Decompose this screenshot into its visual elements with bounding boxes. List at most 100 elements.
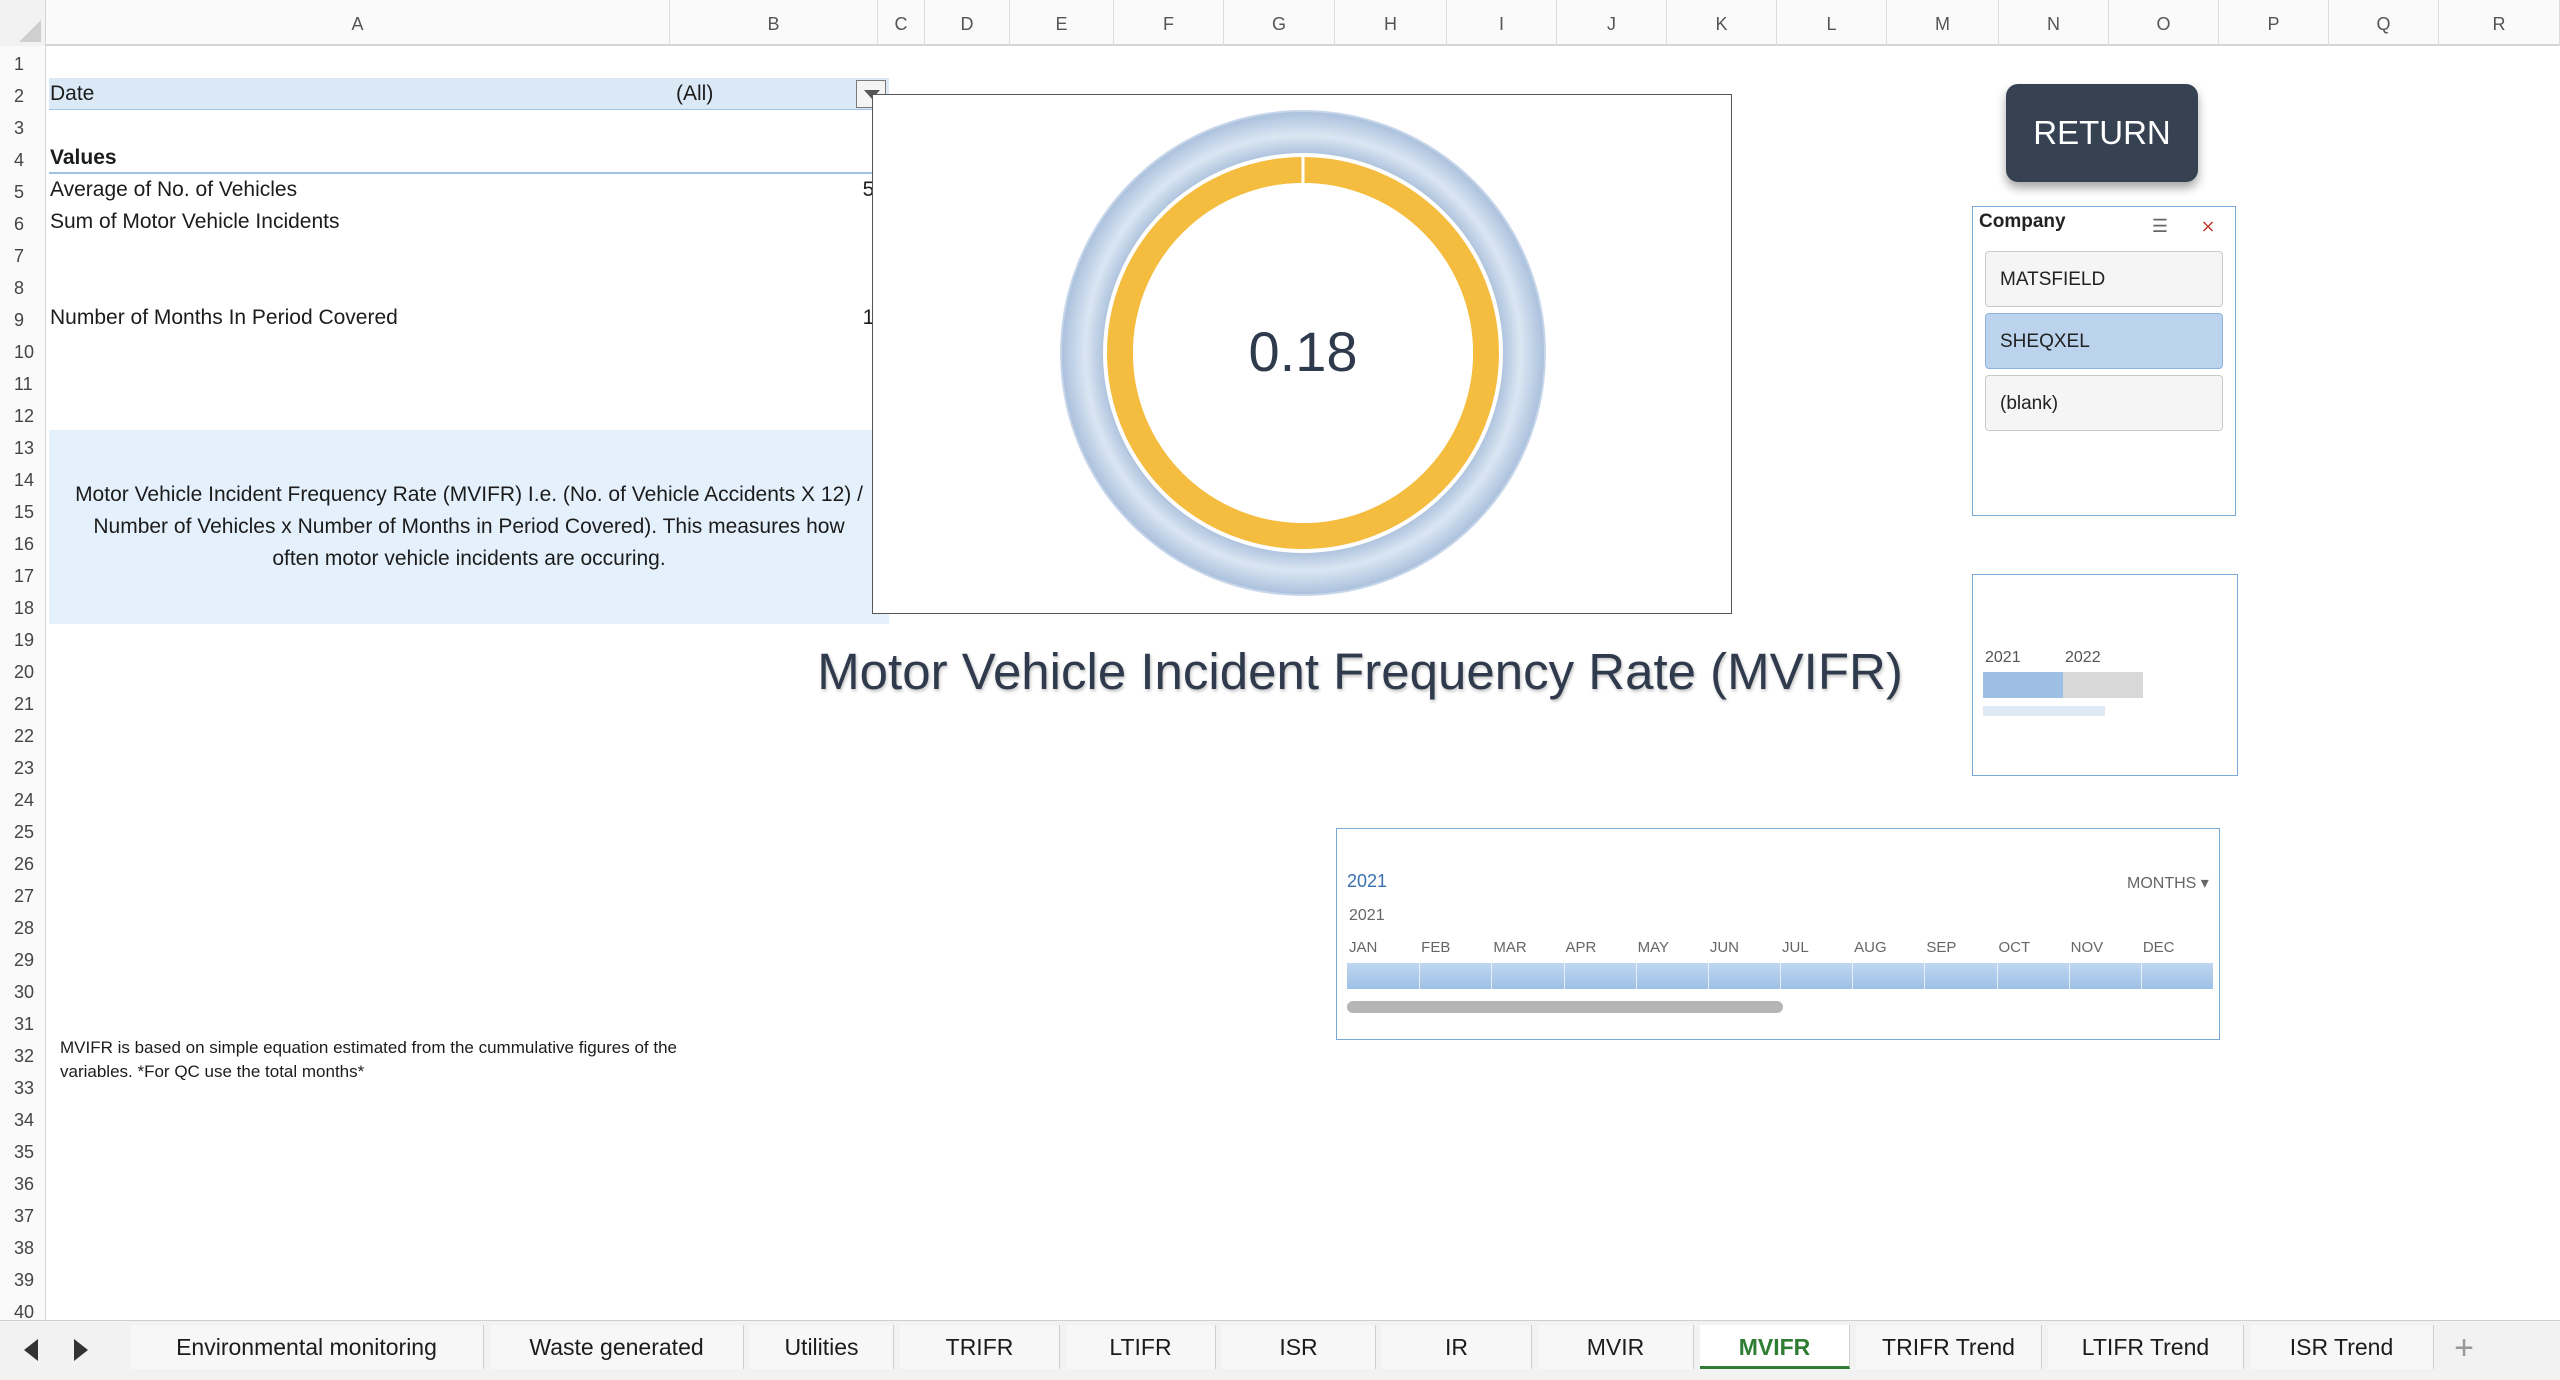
row-header-37[interactable]: 37 (0, 1200, 46, 1232)
row-header-17[interactable]: 17 (0, 560, 46, 592)
row-header-23[interactable]: 23 (0, 752, 46, 784)
row-header-30[interactable]: 30 (0, 976, 46, 1008)
column-header-c[interactable]: C (878, 0, 925, 46)
sheet-tab-trifr-trend[interactable]: TRIFR Trend (1856, 1325, 2042, 1369)
timeline-month-jun[interactable]: JUN (1710, 939, 1739, 956)
row-header-21[interactable]: 21 (0, 688, 46, 720)
row-header-9[interactable]: 9 (0, 304, 46, 336)
column-header-q[interactable]: Q (2329, 0, 2439, 46)
row-header-6[interactable]: 6 (0, 208, 46, 240)
date-filter-value[interactable]: (All) (676, 78, 713, 110)
row-header-16[interactable]: 16 (0, 528, 46, 560)
column-header-f[interactable]: F (1114, 0, 1224, 46)
column-header-l[interactable]: L (1777, 0, 1887, 46)
row-header-4[interactable]: 4 (0, 144, 46, 176)
year-bar-2021[interactable] (1983, 672, 2063, 698)
prev-sheet-icon[interactable] (24, 1339, 38, 1361)
timeline-month-sep[interactable]: SEP (1926, 939, 1956, 956)
row-header-32[interactable]: 32 (0, 1040, 46, 1072)
row-header-3[interactable]: 3 (0, 112, 46, 144)
row-header-33[interactable]: 33 (0, 1072, 46, 1104)
slicer-item-matsfield[interactable]: MATSFIELD (1985, 251, 2223, 307)
row-header-24[interactable]: 24 (0, 784, 46, 816)
sheet-tab-isr-trend[interactable]: ISR Trend (2250, 1325, 2434, 1369)
column-header-n[interactable]: N (1999, 0, 2109, 46)
timeline-month-may[interactable]: MAY (1638, 939, 1669, 956)
column-header-m[interactable]: M (1887, 0, 1999, 46)
row-header-26[interactable]: 26 (0, 848, 46, 880)
return-button[interactable]: RETURN (2006, 84, 2198, 182)
company-slicer[interactable]: Company ☰ ⨯ MATSFIELD SHEQXEL (blank) (1972, 206, 2236, 516)
row-header-31[interactable]: 31 (0, 1008, 46, 1040)
row-header-10[interactable]: 10 (0, 336, 46, 368)
column-header-k[interactable]: K (1667, 0, 1777, 46)
row-header-5[interactable]: 5 (0, 176, 46, 208)
sheet-tab-mvir[interactable]: MVIR (1538, 1325, 1694, 1369)
add-sheet-icon[interactable]: + (2444, 1329, 2484, 1369)
mvifr-chart[interactable]: 0.18 (872, 94, 1732, 614)
timeline-scrollbar[interactable] (1347, 1001, 1783, 1013)
next-sheet-icon[interactable] (74, 1339, 88, 1361)
clear-filter-icon[interactable]: ⨯ (2195, 215, 2221, 237)
row-header-35[interactable]: 35 (0, 1136, 46, 1168)
sheet-tab-ltifr-trend[interactable]: LTIFR Trend (2048, 1325, 2244, 1369)
sheet-tab-environmental-monitoring[interactable]: Environmental monitoring (130, 1325, 484, 1369)
row-header-34[interactable]: 34 (0, 1104, 46, 1136)
row-header-29[interactable]: 29 (0, 944, 46, 976)
column-header-d[interactable]: D (925, 0, 1010, 46)
row-header-20[interactable]: 20 (0, 656, 46, 688)
timeline-month-jul[interactable]: JUL (1782, 939, 1809, 956)
timeline-month-nov[interactable]: NOV (2071, 939, 2104, 956)
month-timeline[interactable]: 2021 MONTHS ▾ 2021 JAN FEB MAR APR MAY JUN JUL… (1336, 828, 2220, 1040)
column-header-o[interactable]: O (2109, 0, 2219, 46)
timeline-month-dec[interactable]: DEC (2143, 939, 2175, 956)
row-header-19[interactable]: 19 (0, 624, 46, 656)
year-scrollbar[interactable] (1983, 706, 2105, 716)
year-bar-2022[interactable] (2063, 672, 2143, 698)
timeline-month-jan[interactable]: JAN (1349, 939, 1377, 956)
sheet-tab-ltifr[interactable]: LTIFR (1066, 1325, 1216, 1369)
slicer-item-sheqxel[interactable]: SHEQXEL (1985, 313, 2223, 369)
sheet-tab-isr[interactable]: ISR (1222, 1325, 1376, 1369)
sheet-tab-waste-generated[interactable]: Waste generated (490, 1325, 744, 1369)
row-header-36[interactable]: 36 (0, 1168, 46, 1200)
row-header-27[interactable]: 27 (0, 880, 46, 912)
row-header-38[interactable]: 38 (0, 1232, 46, 1264)
slicer-item-blank[interactable]: (blank) (1985, 375, 2223, 431)
timeline-month-feb[interactable]: FEB (1421, 939, 1450, 956)
column-header-h[interactable]: H (1335, 0, 1447, 46)
column-header-i[interactable]: I (1447, 0, 1557, 46)
timeline-month-oct[interactable]: OCT (1999, 939, 2031, 956)
sheet-tab-mvifr[interactable]: MVIFR (1700, 1325, 1850, 1369)
timeline-month-mar[interactable]: MAR (1493, 939, 1526, 956)
row-header-13[interactable]: 13 (0, 432, 46, 464)
row-header-18[interactable]: 18 (0, 592, 46, 624)
year-slicer[interactable]: 2021 2022 (1972, 574, 2238, 776)
row-header-7[interactable]: 7 (0, 240, 46, 272)
row-header-12[interactable]: 12 (0, 400, 46, 432)
timeline-month-apr[interactable]: APR (1566, 939, 1597, 956)
column-header-b[interactable]: B (670, 0, 878, 46)
row-header-22[interactable]: 22 (0, 720, 46, 752)
row-header-11[interactable]: 11 (0, 368, 46, 400)
row-header-14[interactable]: 14 (0, 464, 46, 496)
row-header-15[interactable]: 15 (0, 496, 46, 528)
multi-select-icon[interactable]: ☰ (2147, 215, 2173, 237)
sheet-tab-ir[interactable]: IR (1382, 1325, 1532, 1369)
column-header-p[interactable]: P (2219, 0, 2329, 46)
column-header-g[interactable]: G (1224, 0, 1335, 46)
column-header-a[interactable]: A (46, 0, 670, 46)
select-all-corner[interactable] (0, 0, 46, 46)
row-header-25[interactable]: 25 (0, 816, 46, 848)
column-header-j[interactable]: J (1557, 0, 1667, 46)
timeline-month-aug[interactable]: AUG (1854, 939, 1887, 956)
timeline-unit-dropdown[interactable]: MONTHS ▾ (2127, 873, 2209, 893)
sheet-tab-utilities[interactable]: Utilities (750, 1325, 894, 1369)
row-header-1[interactable]: 1 (0, 48, 46, 80)
row-header-28[interactable]: 28 (0, 912, 46, 944)
column-header-r[interactable]: R (2439, 0, 2560, 46)
row-header-8[interactable]: 8 (0, 272, 46, 304)
column-header-e[interactable]: E (1010, 0, 1114, 46)
row-header-39[interactable]: 39 (0, 1264, 46, 1296)
sheet-tab-trifr[interactable]: TRIFR (900, 1325, 1060, 1369)
